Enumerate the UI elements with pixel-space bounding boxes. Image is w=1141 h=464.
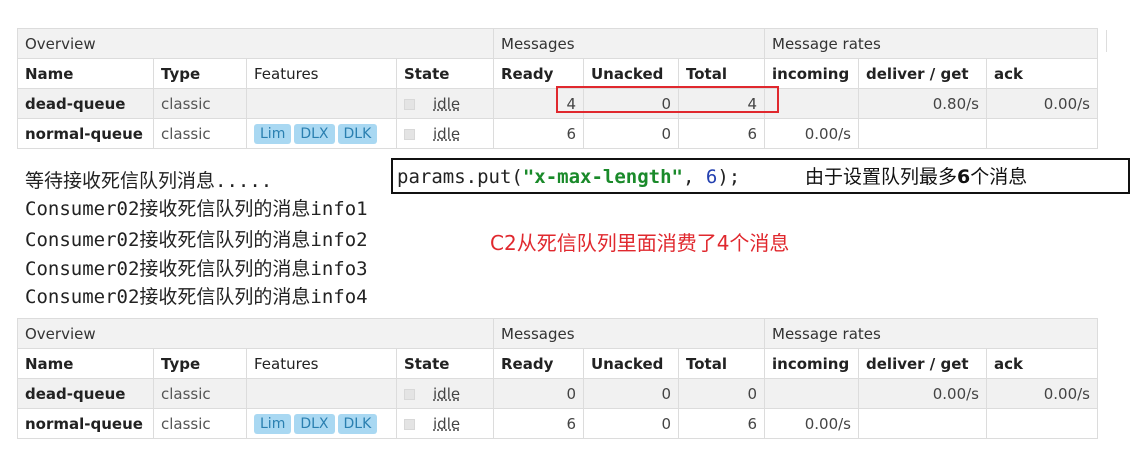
col-deliver-get[interactable]: deliver / get [858, 348, 988, 379]
col-total[interactable]: Total [677, 58, 766, 89]
group-messages: Messages [492, 28, 766, 59]
code-note-post: 个消息 [970, 166, 1028, 188]
col-ack[interactable]: ack [986, 58, 1099, 89]
queue-type: classic [153, 378, 247, 409]
rate-ack [986, 408, 1099, 439]
col-features[interactable]: Features [246, 348, 397, 379]
msg-ready: 6 [493, 118, 584, 149]
col-unacked[interactable]: Unacked [583, 58, 679, 89]
msg-total: 0 [677, 378, 766, 409]
state-label: idle [433, 384, 461, 403]
rate-ack: 0.00/s [986, 378, 1099, 409]
queue-features [246, 378, 397, 409]
code-note-pre: 由于设置队列最多 [805, 166, 958, 188]
group-messages: Messages [492, 318, 766, 349]
rate-deliver-get: 0.00/s [858, 378, 988, 409]
rate-deliver-get [858, 408, 988, 439]
feature-tag-dlx: DLX [294, 123, 335, 144]
state-indicator-icon [404, 388, 415, 400]
code-string-key: "x-max-length" [522, 166, 683, 188]
col-features[interactable]: Features [246, 58, 397, 89]
table-row[interactable]: normal-queue classic Lim DLX DLK idle 6 0 … [17, 408, 1099, 439]
group-overview: Overview [17, 28, 494, 59]
state-label: idle [433, 414, 461, 433]
table-row[interactable]: dead-queue classic idle 0 0 0 0.00/s 0.0… [17, 378, 1099, 409]
code-number: 6 [705, 166, 718, 188]
group-overview: Overview [17, 318, 494, 349]
msg-total: 6 [677, 408, 766, 439]
code-sep: , [683, 166, 706, 188]
col-state[interactable]: State [396, 348, 494, 379]
code-prefix: params.put( [397, 166, 523, 188]
code-suffix: ); [717, 166, 741, 188]
rate-deliver-get: 0.80/s [858, 88, 988, 119]
state-indicator-icon [404, 98, 415, 110]
rate-incoming: 0.00/s [764, 118, 860, 149]
console-line: Consumer02接收死信队列的消息info4 [25, 286, 368, 308]
msg-ready: 0 [493, 378, 584, 409]
col-name[interactable]: Name [17, 58, 154, 89]
divider [1106, 30, 1107, 52]
rate-incoming [764, 378, 860, 409]
highlight-box-dead-queue-counts [556, 86, 779, 113]
queue-name-link[interactable]: dead-queue [17, 88, 154, 119]
feature-tag-dlk: DLK [337, 123, 378, 144]
rate-ack: 0.00/s [986, 88, 1099, 119]
rate-ack [986, 118, 1099, 149]
table-row[interactable]: normal-queue classic Lim DLX DLK idle 6 0 … [17, 118, 1099, 149]
col-incoming[interactable]: incoming [764, 348, 860, 379]
queue-name-link[interactable]: normal-queue [17, 408, 154, 439]
col-ack[interactable]: ack [986, 348, 1099, 379]
feature-tag-lim: Lim [254, 123, 292, 144]
code-note-num: 6 [957, 166, 971, 188]
code-note: 由于设置队列最多6个消息 [805, 162, 1027, 189]
col-name[interactable]: Name [17, 348, 154, 379]
col-total[interactable]: Total [677, 348, 766, 379]
queue-state: idle [396, 408, 494, 439]
col-deliver-get[interactable]: deliver / get [858, 58, 988, 89]
feature-tag-lim: Lim [254, 413, 292, 434]
col-ready[interactable]: Ready [493, 348, 584, 379]
consumed-note: C2从死信队列里面消费了4个消息 [490, 231, 790, 255]
queue-features: Lim DLX DLK [246, 118, 397, 149]
state-indicator-icon [404, 418, 415, 430]
queue-state: idle [396, 378, 494, 409]
group-message-rates: Message rates [764, 318, 1099, 349]
msg-unacked: 0 [583, 118, 679, 149]
col-incoming[interactable]: incoming [764, 58, 860, 89]
state-label: idle [433, 94, 461, 113]
feature-tag-dlx: DLX [294, 413, 335, 434]
console-waiting: 等待接收死信队列消息..... [25, 170, 273, 192]
msg-ready: 6 [493, 408, 584, 439]
state-indicator-icon [404, 128, 415, 140]
rate-deliver-get [858, 118, 988, 149]
col-type[interactable]: Type [153, 58, 247, 89]
msg-total: 6 [677, 118, 766, 149]
console-line: Consumer02接收死信队列的消息info3 [25, 258, 368, 280]
col-ready[interactable]: Ready [493, 58, 584, 89]
feature-tag-dlk: DLK [337, 413, 378, 434]
state-label: idle [433, 124, 461, 143]
col-unacked[interactable]: Unacked [583, 348, 679, 379]
console-line: Consumer02接收死信队列的消息info2 [25, 229, 368, 251]
queue-name-link[interactable]: normal-queue [17, 118, 154, 149]
queue-state: idle [396, 88, 494, 119]
queue-type: classic [153, 408, 247, 439]
queue-features: Lim DLX DLK [246, 408, 397, 439]
queue-name-link[interactable]: dead-queue [17, 378, 154, 409]
msg-unacked: 0 [583, 378, 679, 409]
queues-table-after: Overview Messages Message rates Name Typ… [17, 318, 1099, 439]
col-state[interactable]: State [396, 58, 494, 89]
console-line: Consumer02接收死信队列的消息info1 [25, 198, 368, 220]
rate-incoming: 0.00/s [764, 408, 860, 439]
queue-state: idle [396, 118, 494, 149]
msg-unacked: 0 [583, 408, 679, 439]
group-message-rates: Message rates [764, 28, 1099, 59]
queue-type: classic [153, 118, 247, 149]
queue-type: classic [153, 88, 247, 119]
queue-features [246, 88, 397, 119]
col-type[interactable]: Type [153, 348, 247, 379]
code-snippet: params.put("x-max-length", 6); [397, 166, 740, 188]
